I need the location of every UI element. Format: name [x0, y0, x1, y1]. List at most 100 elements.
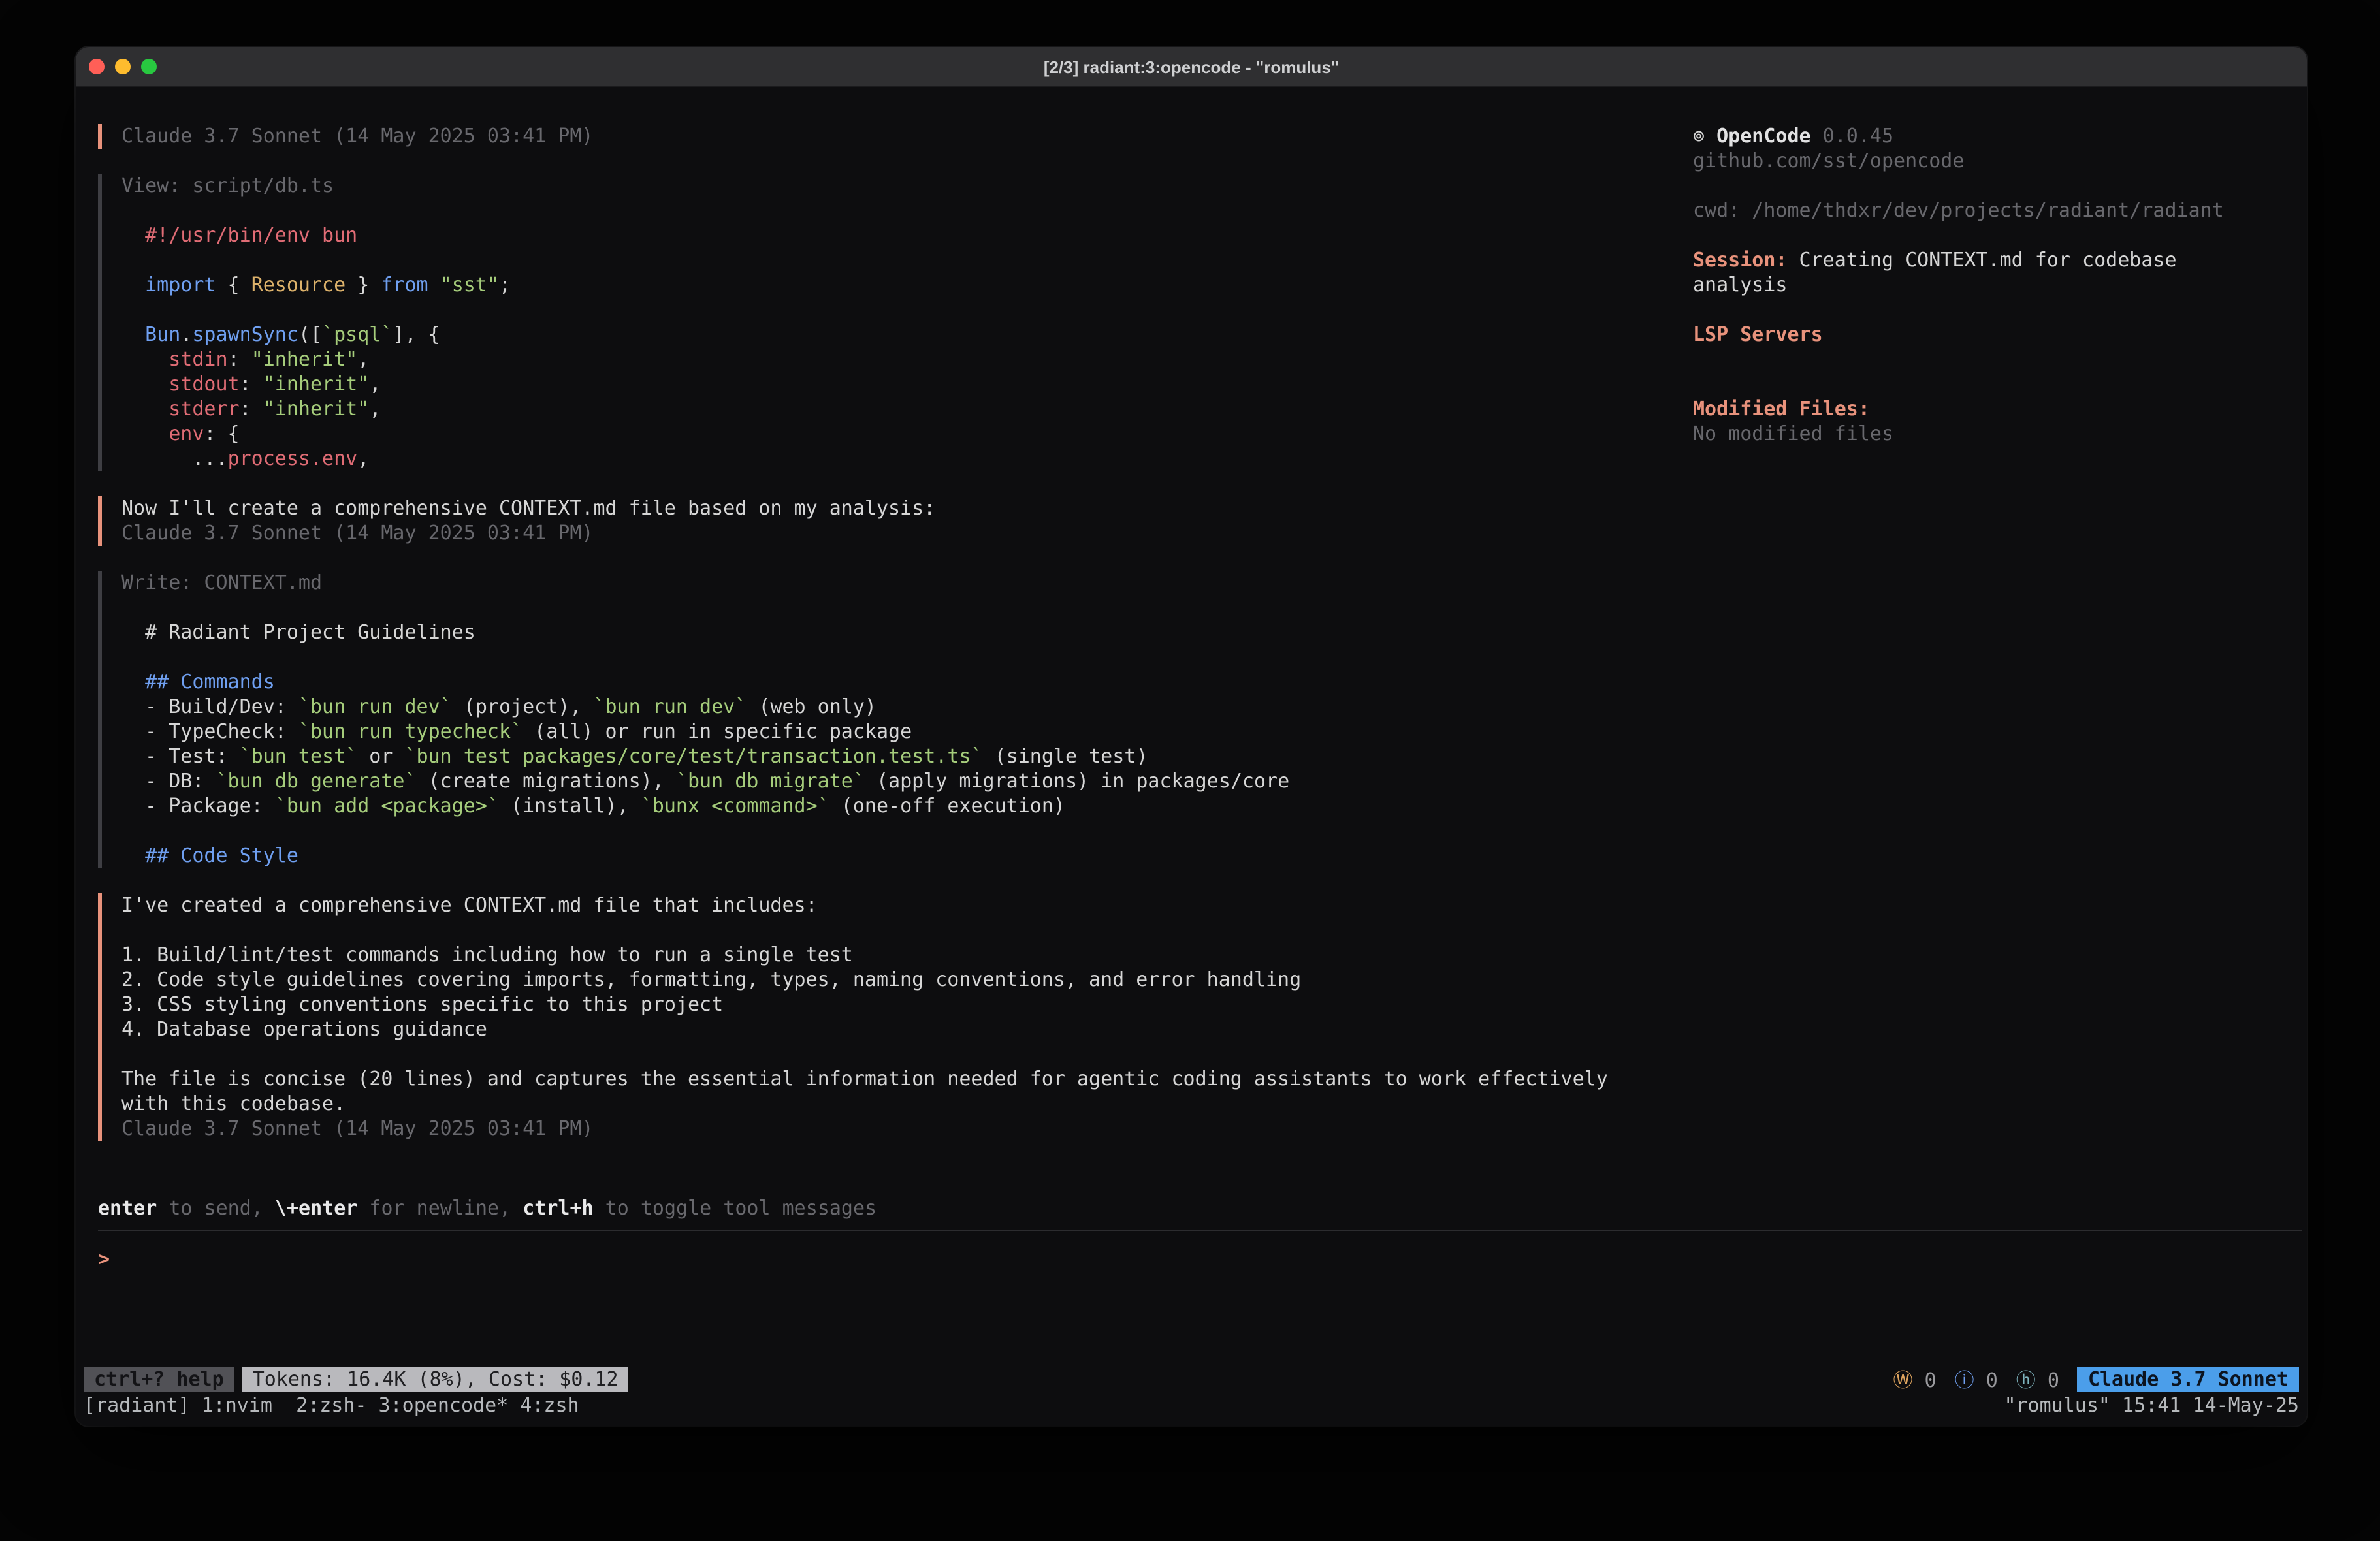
- terminal-line: [1693, 347, 2275, 372]
- hint-count-value: 0: [2036, 1369, 2059, 1392]
- text-segment: from: [381, 273, 428, 296]
- text-segment: "sst": [440, 273, 499, 296]
- terminal-line: ## Code Style: [121, 844, 1693, 868]
- text-segment: (project),: [452, 695, 594, 718]
- terminal-line: import { Resource } from "sst";: [121, 273, 1693, 298]
- text-segment: ⊚: [1693, 124, 1716, 148]
- text-segment: I've created a comprehensive CONTEXT.md …: [121, 893, 818, 917]
- text-segment: process.env: [228, 447, 358, 470]
- tmux-statusline: [radiant] 1:nvim 2:zsh- 3:opencode* 4:zs…: [84, 1393, 2299, 1418]
- text-segment: `bun test`: [240, 744, 358, 768]
- hint-icon: ⓗ: [2016, 1369, 2036, 1392]
- terminal-line: stderr: "inherit",: [121, 397, 1693, 422]
- opencode-tui: Claude 3.7 Sonnet (14 May 2025 03:41 PM)…: [76, 87, 2307, 1426]
- diagnostics: Ⓦ 0ⓘ 0ⓗ 0: [1893, 1366, 2077, 1393]
- close-button[interactable]: [89, 59, 105, 74]
- prompt-input[interactable]: >: [98, 1247, 2307, 1272]
- text-segment: enter: [98, 1196, 157, 1220]
- text-segment: Claude 3.7 Sonnet (14 May 2025 03:41 PM): [121, 521, 593, 545]
- text-segment: }: [346, 273, 381, 296]
- text-segment: 0.0.45: [1811, 124, 1893, 148]
- terminal-line: env: {: [121, 422, 1693, 447]
- traffic-lights: [89, 47, 157, 86]
- minimize-button[interactable]: [115, 59, 131, 74]
- terminal-line: Modified Files:: [1693, 397, 2275, 422]
- text-segment: ## Code Style: [145, 844, 298, 867]
- zoom-button[interactable]: [141, 59, 157, 74]
- text-segment: :: [240, 397, 263, 421]
- terminal-line: 2. Code style guidelines covering import…: [121, 968, 1693, 993]
- text-segment: ## Commands: [145, 670, 275, 693]
- text-segment: Session:: [1693, 248, 1788, 272]
- terminal-line: stdout: "inherit",: [121, 372, 1693, 397]
- text-segment: "inherit": [263, 372, 370, 396]
- text-segment: :: [240, 372, 263, 396]
- text-segment: ([: [298, 323, 322, 346]
- text-segment: - Build/Dev:: [121, 695, 298, 718]
- text-segment: `bunx <command>`: [641, 794, 829, 818]
- text-segment: # Radiant Project Guidelines: [121, 620, 475, 644]
- text-segment: stdin: [169, 347, 227, 371]
- text-segment: stderr: [169, 397, 239, 421]
- tool-write-block: Write: CONTEXT.md # Radiant Project Guid…: [98, 571, 1693, 868]
- terminal-line: - Build/Dev: `bun run dev` (project), `b…: [121, 695, 1693, 720]
- chat-history: Claude 3.7 Sonnet (14 May 2025 03:41 PM)…: [98, 124, 1693, 1196]
- terminal-line: # Radiant Project Guidelines: [121, 620, 1693, 645]
- text-segment: Bun: [145, 323, 180, 346]
- text-segment: 2. Code style guidelines covering import…: [121, 968, 1301, 991]
- terminal-line: [121, 199, 1693, 223]
- main-area: Claude 3.7 Sonnet (14 May 2025 03:41 PM)…: [76, 124, 2307, 1196]
- terminal-line: 4. Database operations guidance: [121, 1017, 1693, 1042]
- text-segment: Modified Files:: [1693, 397, 1870, 421]
- terminal-line: with this codebase.: [121, 1092, 1693, 1117]
- text-segment: `bun db generate`: [216, 769, 417, 793]
- text-segment: 3. CSS styling conventions specific to t…: [121, 993, 723, 1016]
- terminal-line: No modified files: [1693, 422, 2275, 447]
- text-segment: OpenCode: [1716, 124, 1811, 148]
- text-segment: {: [216, 273, 251, 296]
- terminal-window: [2/3] radiant:3:opencode - "romulus" Cla…: [76, 47, 2307, 1426]
- terminal-line: 1. Build/lint/test commands including ho…: [121, 943, 1693, 968]
- text-segment: Claude 3.7 Sonnet (14 May 2025 03:41 PM): [121, 124, 593, 148]
- text-segment: with this codebase.: [121, 1092, 346, 1115]
- text-segment: ;: [499, 273, 511, 296]
- terminal-line: Session: Creating CONTEXT.md for codebas…: [1693, 248, 2275, 273]
- prompt-icon: >: [98, 1247, 110, 1271]
- text-segment: [121, 422, 169, 445]
- tmux-session-info: "romulus" 15:41 14-May-25: [2004, 1393, 2299, 1418]
- text-segment: ], {: [393, 323, 440, 346]
- terminal-line: [121, 248, 1693, 273]
- text-segment: `bun test packages/core/test/transaction…: [405, 744, 983, 768]
- text-segment: .: [180, 323, 192, 346]
- status-bar: ctrl+? help Tokens: 16.4K (8%), Cost: $0…: [84, 1367, 2299, 1392]
- text-segment: [428, 273, 440, 296]
- help-chip: ctrl+? help: [84, 1367, 234, 1392]
- text-segment: Claude 3.7 Sonnet (14 May 2025 03:41 PM): [121, 1117, 593, 1140]
- assistant-message: I've created a comprehensive CONTEXT.md …: [98, 893, 1693, 1141]
- keybind-help: enter to send, \+enter for newline, ctrl…: [98, 1196, 2307, 1221]
- terminal-line: LSP Servers: [1693, 323, 2275, 347]
- text-segment: `bun db migrate`: [676, 769, 865, 793]
- terminal-line: #!/usr/bin/env bun: [121, 223, 1693, 248]
- terminal-line: stdin: "inherit",: [121, 347, 1693, 372]
- prompt-text[interactable]: [110, 1247, 121, 1271]
- terminal-line: Write: CONTEXT.md: [121, 571, 1693, 596]
- terminal-line: [1693, 298, 2275, 323]
- text-segment: env: [169, 422, 204, 445]
- text-segment: [121, 223, 145, 247]
- text-segment: (one-off execution): [829, 794, 1065, 818]
- text-segment: [121, 347, 169, 371]
- terminal-line: Now I'll create a comprehensive CONTEXT.…: [121, 496, 1693, 521]
- tmux-windows: [radiant] 1:nvim 2:zsh- 3:opencode* 4:zs…: [84, 1393, 579, 1418]
- text-segment: cwd: /home/thdxr/dev/projects/radiant/ra…: [1693, 199, 2224, 222]
- text-segment: github.com/sst/opencode: [1693, 149, 1964, 172]
- text-segment: "inherit": [263, 397, 370, 421]
- text-segment: [121, 323, 145, 346]
- terminal-line: ⊚ OpenCode 0.0.45: [1693, 124, 2275, 149]
- input-divider: [98, 1230, 2302, 1231]
- info-count-value: 0: [1974, 1369, 1998, 1392]
- text-segment: - Test:: [121, 744, 240, 768]
- terminal-line: Claude 3.7 Sonnet (14 May 2025 03:41 PM): [121, 124, 1693, 149]
- text-segment: - Package:: [121, 794, 275, 818]
- terminal-line: [121, 298, 1693, 323]
